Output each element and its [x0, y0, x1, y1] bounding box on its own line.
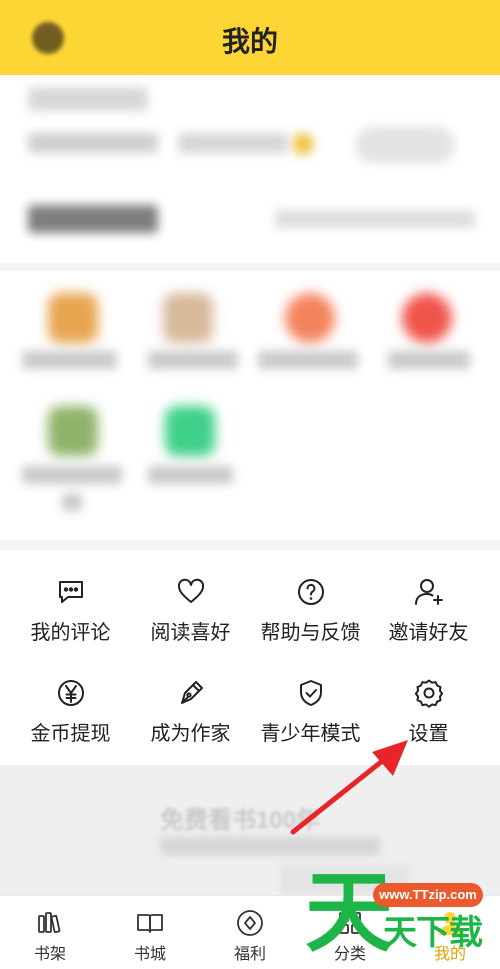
blurred-feature-icon[interactable]	[165, 406, 215, 456]
banner-title: 免费看书100年	[160, 807, 321, 834]
watermark-logo: 天 www.TTzip.com 天下载	[305, 865, 500, 969]
top-header: 我的	[0, 0, 500, 75]
tool-label: 金币提现	[30, 723, 111, 745]
tool-label: 我的评论	[30, 622, 111, 644]
tab-label: 书城	[133, 946, 166, 963]
blurred-heading	[28, 205, 158, 233]
blurred-feature-icon[interactable]	[48, 293, 98, 343]
tab-label: 书架	[33, 946, 66, 963]
divider	[0, 540, 500, 550]
tool-help-feedback[interactable]: 帮助与反馈	[248, 576, 373, 645]
blurred-feature-label	[62, 493, 82, 511]
blurred-subtext	[275, 210, 475, 228]
tool-teen-mode[interactable]: 青少年模式	[248, 677, 373, 746]
blurred-feature-label	[258, 351, 358, 369]
invite-user-icon	[414, 579, 443, 605]
watermark-text: 天下载	[383, 913, 483, 953]
gift-diamond-icon	[237, 910, 263, 936]
watermark-url: www.TTzip.com	[373, 883, 483, 907]
tab-bookstore[interactable]: 书城	[100, 908, 200, 964]
blurred-button[interactable]	[355, 127, 455, 163]
bookshelf-icon	[38, 912, 61, 934]
tool-label: 青少年模式	[260, 723, 361, 745]
shield-check-icon	[299, 680, 322, 706]
tool-label: 帮助与反馈	[260, 622, 361, 644]
comment-icon	[58, 581, 83, 603]
tool-become-writer[interactable]: 成为作家	[128, 677, 253, 746]
heart-icon	[177, 578, 204, 603]
divider	[0, 263, 500, 271]
blurred-coin-icon	[292, 133, 314, 155]
tool-reading-preference[interactable]: 阅读喜好	[128, 576, 253, 645]
tools-grid: 我的评论 阅读喜好 帮助与反馈 邀请好友 金币提现 成为作家 青少年模式 设置	[0, 550, 500, 765]
pen-icon	[180, 681, 203, 704]
tool-label: 设置	[408, 723, 449, 745]
help-icon	[297, 579, 324, 605]
tab-welfare[interactable]: 福利	[200, 908, 300, 964]
tool-settings[interactable]: 设置	[366, 677, 491, 746]
blurred-info	[28, 133, 158, 153]
blurred-feature-icon[interactable]	[163, 293, 213, 343]
blurred-feature-icon[interactable]	[402, 293, 452, 343]
feature-grid-blurred	[0, 271, 500, 540]
tool-label: 阅读喜好	[150, 622, 231, 644]
tab-label: 福利	[233, 946, 266, 963]
blurred-feature-label	[148, 466, 233, 484]
blurred-username	[28, 87, 148, 111]
profile-section-blurred	[0, 75, 500, 265]
tool-label: 邀请好友	[388, 622, 469, 644]
blurred-info	[178, 133, 288, 153]
tool-label: 成为作家	[150, 723, 231, 745]
blurred-feature-icon[interactable]	[48, 406, 98, 456]
blurred-feature-label	[148, 351, 238, 369]
tool-invite-friends[interactable]: 邀请好友	[366, 576, 491, 645]
blurred-feature-icon[interactable]	[285, 293, 335, 343]
blurred-feature-label	[22, 466, 122, 484]
tool-coin-withdraw[interactable]: 金币提现	[8, 677, 133, 746]
book-icon	[137, 914, 163, 933]
tab-bookshelf[interactable]: 书架	[0, 908, 100, 964]
blurred-feature-label	[22, 351, 117, 369]
gear-icon	[414, 679, 443, 708]
tool-my-comments[interactable]: 我的评论	[8, 576, 133, 645]
watermark-big-char: 天	[305, 861, 394, 964]
yen-coin-icon	[57, 680, 84, 706]
page-title: 我的	[221, 26, 278, 57]
blurred-feature-label	[388, 351, 470, 369]
blurred-banner-subtext	[160, 837, 380, 855]
